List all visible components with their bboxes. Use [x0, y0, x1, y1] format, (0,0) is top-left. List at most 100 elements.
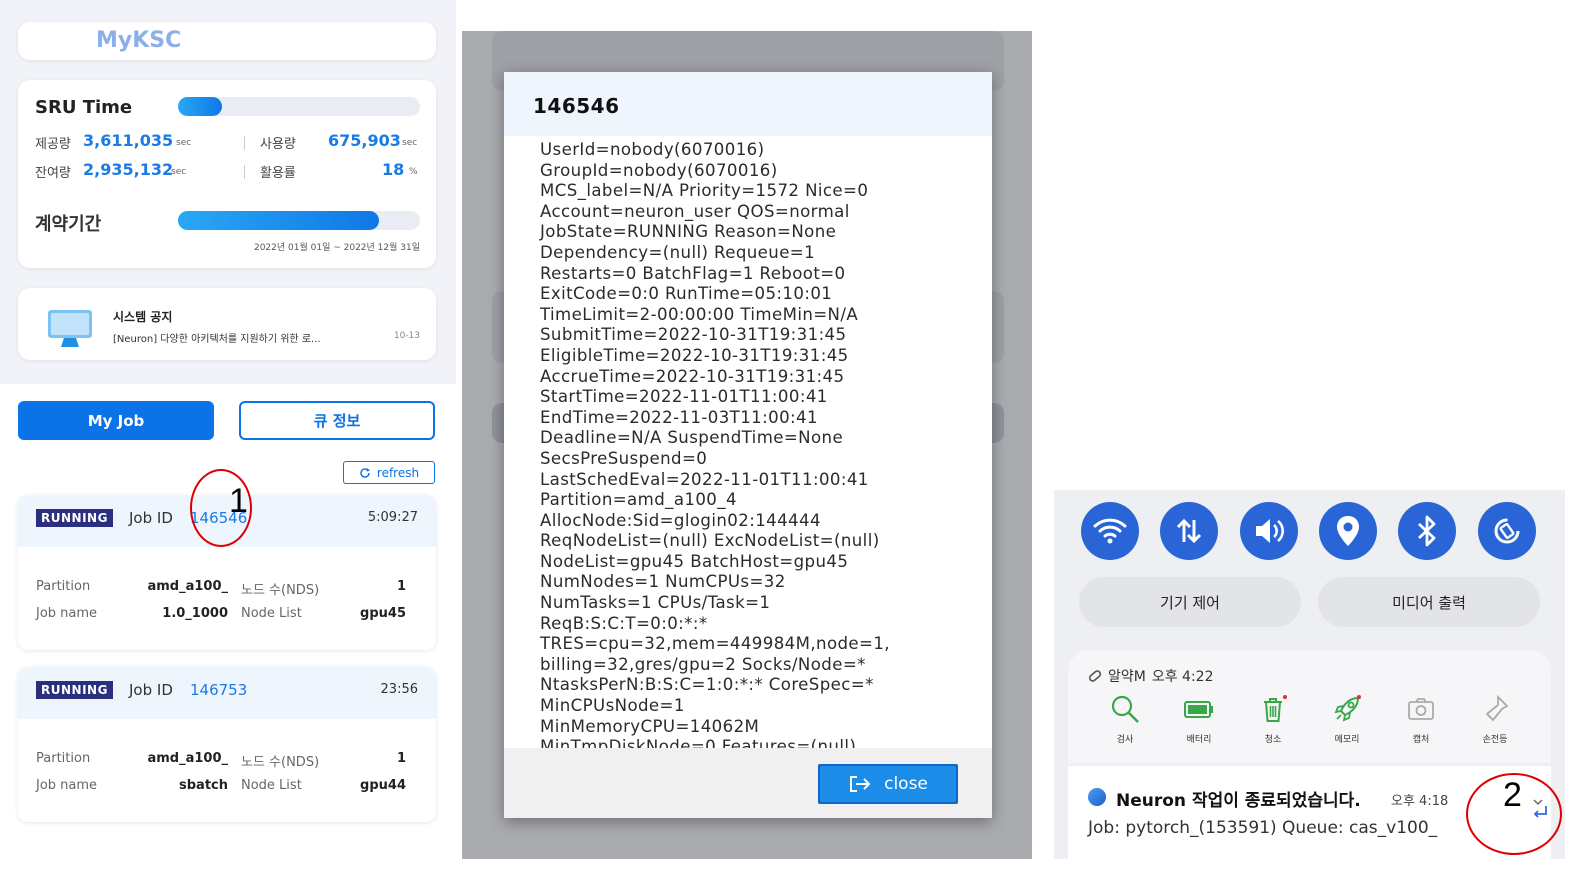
detail-line: EligibleTime=2022-10-31T19:31:45 — [540, 345, 849, 365]
sound-icon — [1256, 519, 1284, 543]
job-name-label: Job name — [36, 778, 98, 793]
action-label: 손전등 — [1482, 735, 1508, 745]
flashlight-action[interactable]: 손전등 — [1470, 694, 1520, 745]
job-id-label: Job ID — [129, 509, 173, 527]
nodes-value: 1 — [396, 751, 406, 766]
detail-line: Deadline=N/A SuspendTime=None — [540, 428, 844, 448]
alyac-notification[interactable]: 알약M 오후 4:22 검사 배터리 청소 메모리 캡처 손전등 — [1068, 650, 1551, 763]
remaining-unit: sec — [171, 167, 187, 177]
used-label: 사용량 — [260, 137, 296, 152]
job-id-label: Job ID — [129, 681, 173, 699]
remaining-label: 잔여량 — [35, 166, 71, 181]
notice-title: 시스템 공지 — [113, 310, 173, 324]
contract-progress-bar-fill — [178, 211, 379, 230]
partition-value: amd_a100_ — [147, 751, 228, 766]
detail-line: JobState=RUNNING Reason=None — [540, 222, 837, 242]
node-list-value: gpu45 — [360, 606, 406, 621]
nodes-label: 노드 수(NDS) — [241, 583, 320, 598]
notification-body: Job: pytorch_(153591) Queue: cas_v100_ — [1088, 818, 1438, 838]
detail-line: Partition=amd_a100_4 — [540, 490, 737, 510]
header-card: MyKSC — [18, 22, 436, 60]
bluetooth-toggle[interactable] — [1398, 502, 1456, 560]
wifi-toggle[interactable] — [1081, 502, 1139, 560]
detail-line: AccrueTime=2022-10-31T19:31:45 — [540, 366, 845, 386]
job-detail-modal: 146546 UserId=nobody(6070016) GroupId=nob… — [504, 72, 992, 818]
scan-action[interactable]: 검사 — [1100, 694, 1150, 745]
job-name-value: sbatch — [179, 778, 228, 793]
job-card[interactable]: RUNNING Job ID 146753 23:56 Partition am… — [18, 667, 436, 822]
flashlight-icon — [1485, 694, 1509, 722]
capture-action[interactable]: 캡처 — [1396, 694, 1446, 745]
app-logo: MyKSC — [96, 28, 182, 53]
detail-line: MCS_label=N/A Priority=1572 Nice=0 — [540, 181, 869, 201]
camera-icon — [1408, 698, 1434, 720]
detail-line: ReqNodeList=(null) ExcNodeList=(null) — [540, 531, 880, 551]
tab-queue-info[interactable]: 큐 정보 — [239, 401, 435, 440]
location-toggle[interactable] — [1319, 502, 1377, 560]
detail-line: Dependency=(null) Requeue=1 — [540, 242, 816, 262]
wifi-icon — [1093, 518, 1127, 544]
job-name-label: Job name — [36, 606, 98, 621]
utilization-value: 18 — [382, 160, 405, 179]
detail-line: EndTime=2022-11-03T11:00:41 — [540, 407, 818, 427]
clean-action[interactable]: 청소 — [1248, 694, 1298, 745]
left-panel: MyKSC SRU Time 제공량 3,611,035 sec 사용량 675… — [0, 0, 456, 874]
divider — [244, 136, 245, 150]
modal-header: 146546 — [504, 72, 992, 136]
trash-icon — [1264, 695, 1287, 722]
provided-label: 제공량 — [35, 137, 71, 152]
divider — [244, 165, 245, 179]
notification-title: Neuron 작업이 종료되었습니다. — [1116, 791, 1361, 811]
action-label: 청소 — [1264, 735, 1282, 745]
partition-label: Partition — [36, 751, 91, 766]
node-list-label: Node List — [241, 606, 302, 621]
battery-action[interactable]: 배터리 — [1174, 694, 1224, 745]
detail-line: SubmitTime=2022-10-31T19:31:45 — [540, 325, 847, 345]
detail-line: SecsPreSuspend=0 — [540, 448, 708, 468]
job-detail-text[interactable]: UserId=nobody(6070016) GroupId=nobody(607… — [504, 136, 992, 748]
refresh-button[interactable]: refresh — [343, 461, 435, 484]
mobile-data-toggle[interactable] — [1160, 502, 1218, 560]
partition-value: amd_a100_ — [147, 579, 228, 594]
auto-rotate-toggle[interactable] — [1478, 502, 1536, 560]
provided-unit: sec — [176, 138, 192, 148]
job-id-link[interactable]: 146753 — [190, 681, 247, 699]
pill-icon — [1088, 670, 1102, 682]
tab-my-job[interactable]: My Job — [18, 401, 214, 440]
notification-shade: 기기 제어 미디어 출력 알약M 오후 4:22 검사 배터리 청소 메모리 캡… — [1054, 490, 1565, 859]
detail-line: GroupId=nobody(6070016) — [540, 160, 778, 180]
device-control-button[interactable]: 기기 제어 — [1079, 577, 1301, 627]
contract-range: 2022년 01월 01일 ~ 2022년 12월 31일 — [253, 243, 420, 253]
used-unit: sec — [402, 138, 418, 148]
detail-line: NumTasks=1 CPUs/Task=1 — [540, 593, 771, 613]
sru-usage-bar-fill — [178, 97, 222, 116]
exit-icon — [850, 776, 871, 792]
detail-line: MinMemoryCPU=14062M — [540, 716, 760, 736]
action-label: 배터리 — [1186, 735, 1212, 745]
system-notice-card[interactable]: 시스템 공지 [Neuron] 다양한 아키텍처를 지원하기 위한 로... 1… — [18, 288, 436, 360]
sound-toggle[interactable] — [1240, 502, 1298, 560]
utilization-label: 활용률 — [260, 166, 296, 181]
detail-line: NodeList=gpu45 BatchHost=gpu45 — [540, 551, 849, 571]
detail-line: Account=neuron_user QOS=normal — [540, 201, 850, 221]
search-icon — [1111, 695, 1139, 723]
action-label: 캡처 — [1412, 735, 1430, 745]
annotation-number: 2 — [1503, 776, 1522, 814]
app-name: 알약M — [1108, 669, 1146, 685]
memory-action[interactable]: 메모리 — [1322, 694, 1372, 745]
status-badge: RUNNING — [36, 681, 113, 699]
detail-line: NtasksPerN:B:S:C=1:0:*:* CoreSpec=* — [540, 675, 874, 695]
detail-line: UserId=nobody(6070016) — [540, 140, 765, 159]
monitor-icon — [48, 310, 92, 347]
notification-header: 알약M 오후 4:22 — [1088, 666, 1214, 686]
notice-text[interactable]: [Neuron] 다양한 아키텍처를 지원하기 위한 로... — [113, 330, 321, 345]
location-icon — [1337, 516, 1359, 546]
bluetooth-icon — [1418, 515, 1436, 547]
detail-line: NumNodes=1 NumCPUs=32 — [540, 572, 786, 592]
close-button[interactable]: close — [818, 764, 958, 804]
remaining-value: 2,935,132 — [83, 160, 174, 179]
contract-progress-bar — [178, 211, 420, 230]
partition-label: Partition — [36, 579, 91, 594]
nodes-value: 1 — [396, 579, 406, 594]
media-output-button[interactable]: 미디어 출력 — [1318, 577, 1540, 627]
